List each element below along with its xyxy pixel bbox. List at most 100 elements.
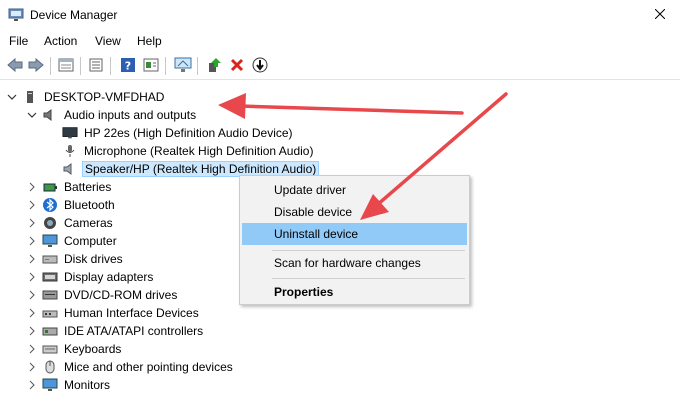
tree-category-label: Monitors (64, 378, 111, 392)
hid-icon (42, 306, 58, 320)
back-icon (7, 57, 23, 75)
menu-separator (272, 250, 465, 251)
chevron-right-icon[interactable] (26, 253, 38, 265)
tree-category-label: IDE ATA/ATAPI controllers (64, 324, 204, 338)
camera-icon (42, 216, 58, 230)
keyboard-icon (42, 342, 58, 356)
properties-menu-item[interactable]: Properties (242, 281, 467, 303)
toolbar-separator (165, 57, 166, 75)
chevron-right-icon[interactable] (26, 199, 38, 211)
tree-root[interactable]: DESKTOP-VMFDHAD (6, 88, 166, 106)
dvd-drive-icon (42, 288, 58, 302)
close-icon (654, 8, 666, 22)
menu-bar: File Action View Help (0, 31, 680, 51)
uninstall-device-menu-item[interactable]: Uninstall device (242, 223, 467, 245)
close-button[interactable] (640, 0, 680, 30)
tree-device-label: HP 22es (High Definition Audio Device) (84, 126, 293, 140)
monitor-icon (42, 378, 58, 392)
tree-category-ide[interactable]: IDE ATA/ATAPI controllers (26, 322, 205, 340)
tree-category-label: Disk drives (64, 252, 123, 266)
tree-category-audio[interactable]: Audio inputs and outputs (26, 106, 198, 124)
chevron-down-icon[interactable] (26, 109, 38, 121)
computer-icon (22, 90, 38, 104)
show-hidden-icon (143, 58, 159, 75)
svg-text:?: ? (125, 59, 131, 72)
ide-controller-icon (42, 324, 58, 338)
monitor-icon (62, 126, 78, 140)
microphone-icon (62, 144, 78, 158)
show-hidden-button[interactable] (141, 56, 161, 76)
scan-hardware-button[interactable] (173, 56, 193, 76)
tree-category-label: Audio inputs and outputs (64, 108, 197, 122)
chevron-right-icon[interactable] (26, 289, 38, 301)
uninstall-icon (230, 58, 244, 75)
speaker-icon (62, 162, 78, 176)
tree-category-mice[interactable]: Mice and other pointing devices (26, 358, 235, 376)
tree-category-monitors[interactable]: Monitors (26, 376, 112, 394)
disk-drive-icon (42, 252, 58, 266)
tree-device-microphone[interactable]: Microphone (Realtek High Definition Audi… (62, 142, 315, 160)
forward-button[interactable] (26, 56, 46, 76)
tree-category-label: DVD/CD-ROM drives (64, 288, 178, 302)
menu-help[interactable]: Help (137, 34, 162, 48)
help-button[interactable]: ? (118, 56, 138, 76)
toolbar-separator (110, 57, 111, 75)
tree-category-dvd-drives[interactable]: DVD/CD-ROM drives (26, 286, 179, 304)
uninstall-button[interactable] (227, 56, 247, 76)
update-driver-button[interactable] (204, 56, 224, 76)
toolbar-separator (197, 57, 198, 75)
display-adapter-icon (42, 270, 58, 284)
menu-view[interactable]: View (95, 34, 121, 48)
back-button[interactable] (5, 56, 25, 76)
window-title: Device Manager (30, 8, 118, 22)
tree-category-batteries[interactable]: Batteries (26, 178, 113, 196)
disable-icon (252, 57, 268, 76)
properties-view-icon (58, 58, 74, 75)
mouse-icon (42, 360, 58, 374)
toolbar-separator (80, 57, 81, 75)
tree-category-label: Human Interface Devices (64, 306, 199, 320)
scan-hardware-menu-item[interactable]: Scan for hardware changes (242, 252, 467, 274)
tree-category-label: Cameras (64, 216, 113, 230)
tree-category-cameras[interactable]: Cameras (26, 214, 115, 232)
tree-device-label: Microphone (Realtek High Definition Audi… (84, 144, 314, 158)
chevron-right-icon[interactable] (26, 235, 38, 247)
speaker-icon (42, 108, 58, 122)
tree-category-display-adapters[interactable]: Display adapters (26, 268, 155, 286)
tree-category-hid[interactable]: Human Interface Devices (26, 304, 201, 322)
tree-category-label: Mice and other pointing devices (64, 360, 233, 374)
tree-category-label: Display adapters (64, 270, 154, 284)
update-driver-icon (206, 57, 222, 76)
tree-device-hp22es[interactable]: HP 22es (High Definition Audio Device) (62, 124, 295, 142)
update-driver-menu-item[interactable]: Update driver (242, 179, 467, 201)
list-icon (88, 58, 104, 75)
tree-category-keyboards[interactable]: Keyboards (26, 340, 123, 358)
chevron-right-icon[interactable] (26, 217, 38, 229)
menu-action[interactable]: Action (44, 34, 77, 48)
tree-category-disk-drives[interactable]: Disk drives (26, 250, 125, 268)
list-view-button[interactable] (86, 56, 106, 76)
chevron-right-icon[interactable] (26, 181, 38, 193)
chevron-down-icon[interactable] (6, 91, 18, 103)
disable-button[interactable] (250, 56, 270, 76)
chevron-right-icon[interactable] (26, 361, 38, 373)
chevron-right-icon[interactable] (26, 307, 38, 319)
chevron-right-icon[interactable] (26, 271, 38, 283)
tree-category-computer[interactable]: Computer (26, 232, 119, 250)
tree-category-label: Bluetooth (64, 198, 115, 212)
chevron-right-icon[interactable] (26, 325, 38, 337)
tree-category-bluetooth[interactable]: Bluetooth (26, 196, 117, 214)
context-menu: Update driver Disable device Uninstall d… (239, 175, 470, 305)
disable-device-menu-item[interactable]: Disable device (242, 201, 467, 223)
monitor-scan-icon (174, 57, 192, 76)
tree-category-label: Computer (64, 234, 117, 248)
chevron-right-icon[interactable] (26, 343, 38, 355)
properties-view-button[interactable] (56, 56, 76, 76)
menu-separator (272, 278, 465, 279)
device-manager-app-icon (8, 8, 24, 22)
battery-icon (42, 180, 58, 194)
chevron-right-icon[interactable] (26, 379, 38, 391)
tree-category-label: Keyboards (64, 342, 122, 356)
help-icon: ? (120, 57, 136, 76)
menu-file[interactable]: File (9, 34, 28, 48)
